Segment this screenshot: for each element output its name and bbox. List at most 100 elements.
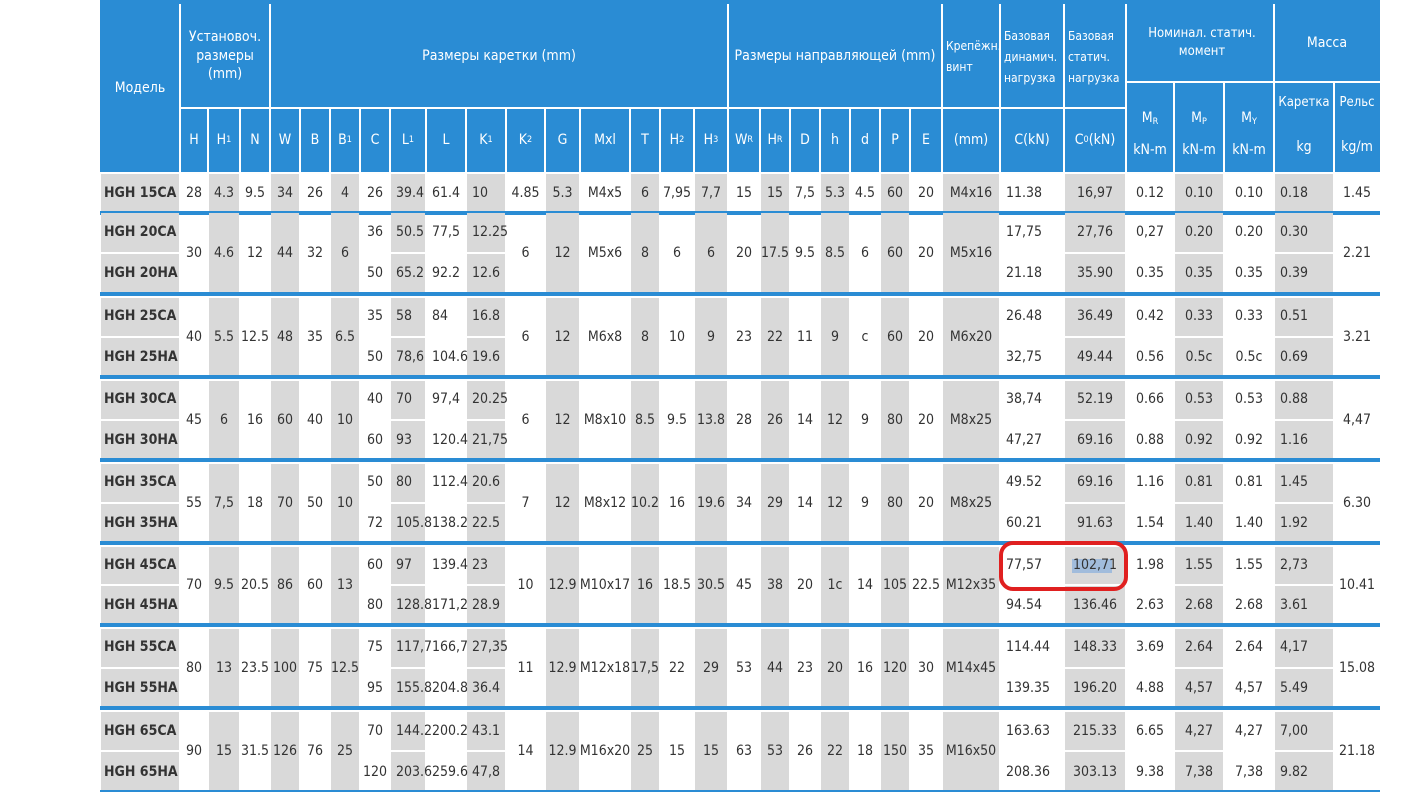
cell-c0: 148.33 — [1072, 639, 1118, 656]
header-rule — [180, 107, 1126, 109]
cell-m: 2,73 — [1280, 557, 1309, 573]
cell-b: 60 — [306, 577, 324, 593]
cell-k1: 43.1 — [472, 722, 501, 739]
cell-c_dyn: 208.36 — [1006, 763, 1051, 780]
cell-h: 22 — [826, 743, 844, 759]
col-hr: HR — [760, 108, 790, 172]
cell-l: 92.2 — [432, 265, 461, 282]
cell-mr: 0.56 — [1135, 348, 1165, 365]
cell-g: 12.9 — [548, 659, 577, 676]
cell-c_dyn: 21.18 — [1006, 265, 1043, 282]
cell-n: 23.5 — [240, 659, 270, 676]
cell-h: 55 — [185, 494, 203, 511]
cell-my: 2.68 — [1234, 597, 1264, 613]
model-name: HGH 25CA — [104, 308, 177, 325]
cell-l1: 155.8 — [396, 679, 433, 696]
cell-c: 26 — [366, 184, 384, 201]
cell-n: 20.5 — [240, 577, 270, 593]
cell-bolt: M8x25 — [949, 411, 993, 428]
cell-mp: 1.40 — [1184, 514, 1214, 531]
cell-l1: 65.2 — [396, 265, 425, 282]
cell-bolt: M14x45 — [945, 659, 997, 676]
cell-h3: 7,7 — [700, 184, 722, 201]
cell-my: 0.92 — [1234, 431, 1264, 448]
cell-c0: 52.19 — [1076, 391, 1114, 408]
header-model: Модель — [100, 4, 180, 172]
cell-d: 9 — [860, 411, 869, 428]
cell-b: 40 — [306, 411, 324, 428]
cell-k1: 10 — [472, 184, 489, 201]
header-divider — [505, 108, 507, 172]
cell-mp: 0.20 — [1184, 223, 1214, 240]
header-rail: Размеры направляющей (mm) — [728, 4, 942, 108]
cell-c: 50 — [366, 348, 384, 365]
cell-d: 11 — [796, 328, 814, 345]
header-mount: Установоч. размеры (mm) — [180, 4, 270, 108]
cell-k2: 6 — [521, 411, 530, 428]
cell-mr: 4.88 — [1135, 679, 1165, 696]
cell-l1: 203.6 — [396, 763, 433, 780]
cell-k1: 21,75 — [472, 431, 509, 448]
cell-my: 0.10 — [1234, 184, 1264, 201]
cell-hr: 15 — [766, 184, 784, 201]
header-divider — [1063, 4, 1065, 172]
cell-c: 50 — [366, 265, 384, 282]
cell-my: 4,57 — [1234, 679, 1264, 696]
col-g: G — [545, 108, 580, 172]
cell-b1: 4 — [340, 184, 349, 201]
header-divider — [329, 108, 331, 172]
header-bolt: Крепёжн. винт — [942, 4, 1001, 108]
header-divider — [389, 108, 391, 172]
cell-c_dyn: 163.63 — [1006, 722, 1051, 739]
header-divider — [359, 108, 361, 172]
col-n: N — [240, 108, 270, 172]
cell-d: 18 — [856, 743, 874, 759]
cell-e: 20 — [917, 244, 935, 261]
cell-c0: 36.49 — [1076, 308, 1114, 325]
cell-k2: 10 — [517, 577, 534, 593]
cell-d: 9 — [860, 494, 869, 511]
cell-rail: 6.30 — [1342, 494, 1372, 511]
cell-rail: 15.08 — [1338, 659, 1376, 676]
cell-m: 4,17 — [1280, 639, 1309, 656]
cell-h: 1c — [827, 577, 843, 593]
cell-c_dyn: 94.54 — [1006, 597, 1043, 613]
cell-h2: 16 — [668, 494, 686, 511]
cell-c0: 196.20 — [1072, 679, 1118, 696]
cell-mr: 0,27 — [1135, 223, 1165, 240]
cell-c: 50 — [366, 474, 384, 491]
col-l1: L1 — [390, 108, 426, 172]
cell-w: 100 — [272, 659, 298, 676]
cell-n: 12 — [246, 244, 264, 261]
cell-h: 5.3 — [824, 184, 846, 201]
unit-mr: kN-m — [1126, 128, 1174, 172]
model-name: HGH 30CA — [104, 391, 177, 408]
cell-m: 0.18 — [1280, 184, 1309, 201]
cell-h3: 29 — [702, 659, 720, 676]
header-divider — [849, 108, 851, 172]
cell-hr: 17.5 — [760, 244, 790, 261]
cell-m: 9.82 — [1280, 763, 1309, 780]
cell-l: 204.8 — [432, 679, 469, 696]
cell-h3: 30.5 — [696, 577, 726, 593]
model-name: HGH 25HA — [104, 348, 178, 365]
cell-l: 200.2 — [432, 722, 469, 739]
header-divider — [579, 108, 581, 172]
cell-my: 0.20 — [1234, 223, 1264, 240]
cell-l1: 70 — [396, 391, 413, 408]
cell-my: 4,27 — [1234, 722, 1264, 739]
cell-h2: 18.5 — [662, 577, 692, 593]
cell-c_dyn: 114.44 — [1006, 639, 1051, 656]
cell-w: 70 — [276, 494, 294, 511]
col-c0: C0 (kN) — [1064, 108, 1126, 172]
cell-l: 61.4 — [432, 184, 461, 201]
cell-b1: 25 — [336, 743, 354, 759]
cell-my: 0.35 — [1234, 265, 1264, 282]
cell-c_dyn: 139.35 — [1006, 679, 1051, 696]
cell-rail: 3.21 — [1342, 328, 1372, 345]
cell-my: 1.40 — [1234, 514, 1264, 531]
cell-mp: 0.33 — [1184, 308, 1214, 325]
cell-hr: 22 — [766, 328, 784, 345]
cell-c: 70 — [366, 722, 384, 739]
unit-mp: kN-m — [1174, 128, 1224, 172]
